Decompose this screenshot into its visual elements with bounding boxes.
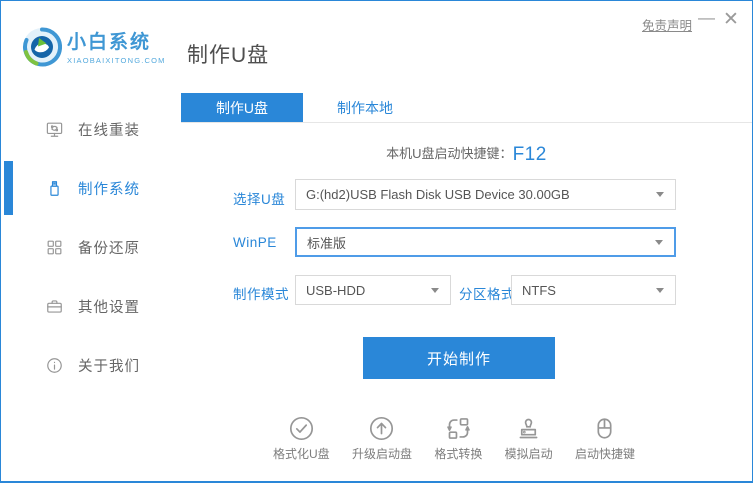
- usb-drive-icon: [45, 179, 64, 198]
- partition-select-value: NTFS: [522, 282, 556, 298]
- simulate-boot-icon: [515, 415, 542, 442]
- brand-domain: XIAOBAIXITONG.COM: [67, 56, 166, 65]
- tools-row: 格式化U盘 升级启动盘 格式转换 模拟启动 启动快捷键: [273, 415, 635, 462]
- format-convert-icon: [445, 415, 472, 442]
- sidebar-item-label: 制作系统: [78, 181, 140, 198]
- tool-label: 升级启动盘: [351, 447, 412, 461]
- tool-format-usb[interactable]: 格式化U盘: [273, 415, 330, 462]
- winpe-select-label: WinPE: [233, 235, 277, 250]
- chevron-down-icon: [656, 192, 664, 197]
- close-button[interactable]: ✕: [723, 10, 739, 29]
- winpe-select-value: 标准版: [307, 235, 347, 251]
- boot-hotkey-icon: [591, 415, 618, 442]
- tool-label: 格式化U盘: [273, 447, 330, 461]
- usb-select[interactable]: G:(hd2)USB Flash Disk USB Device 30.00GB: [295, 179, 676, 210]
- boot-hotkey-value: F12: [512, 144, 547, 165]
- sidebar-item-label: 其他设置: [78, 299, 140, 316]
- sidebar-item-make-system[interactable]: 制作系统: [1, 174, 181, 202]
- partition-select[interactable]: NTFS: [511, 275, 676, 305]
- tab-make-local[interactable]: 制作本地: [303, 93, 427, 123]
- boot-hotkey-line: 本机U盘启动快捷键：F12: [181, 143, 752, 166]
- disclaimer-link[interactable]: 免责声明: [642, 15, 692, 34]
- mode-select[interactable]: USB-HDD: [295, 275, 451, 305]
- upgrade-boot-icon: [368, 415, 395, 442]
- chevron-down-icon: [656, 287, 664, 293]
- sidebar-item-about-us[interactable]: 关于我们: [1, 351, 181, 379]
- monitor-reinstall-icon: [45, 120, 64, 139]
- brand-name: 小白系统: [67, 32, 152, 53]
- tool-upgrade-boot[interactable]: 升级启动盘: [352, 415, 412, 462]
- info-icon: [45, 356, 64, 375]
- toolbox-icon: [45, 297, 64, 316]
- sidebar-item-label: 备份还原: [78, 240, 140, 257]
- sidebar-item-label: 关于我们: [78, 358, 140, 375]
- usb-select-label: 选择U盘: [233, 192, 286, 207]
- tool-simulate-boot[interactable]: 模拟启动: [505, 415, 553, 462]
- sidebar-item-label: 在线重装: [78, 122, 140, 139]
- sidebar-item-online-reinstall[interactable]: 在线重装: [1, 115, 181, 143]
- tool-format-convert[interactable]: 格式转换: [434, 415, 482, 462]
- start-make-button[interactable]: 开始制作: [363, 337, 555, 379]
- sidebar-item-other-settings[interactable]: 其他设置: [1, 292, 181, 320]
- minimize-button[interactable]: —: [698, 9, 715, 27]
- page-title: 制作U盘: [187, 44, 270, 67]
- mode-select-label: 制作模式: [233, 287, 289, 302]
- chevron-down-icon: [655, 239, 663, 245]
- tab-underline: [181, 122, 752, 123]
- tab-make-usb[interactable]: 制作U盘: [181, 93, 303, 123]
- tool-boot-hotkey[interactable]: 启动快捷键: [575, 415, 635, 462]
- brand-text: 小白系统 XIAOBAIXITONG.COM: [67, 32, 166, 65]
- mode-select-value: USB-HDD: [306, 282, 366, 298]
- brand-logo-icon: [22, 27, 63, 67]
- partition-select-label: 分区格式: [459, 287, 515, 302]
- app-window: 小白系统 XIAOBAIXITONG.COM 制作U盘 免责声明 — ✕ 在线重…: [0, 0, 753, 483]
- sidebar-item-backup-restore[interactable]: 备份还原: [1, 233, 181, 261]
- chevron-down-icon: [431, 287, 439, 293]
- tool-label: 格式转换: [434, 447, 483, 461]
- backup-restore-icon: [45, 238, 64, 257]
- format-usb-icon: [288, 415, 315, 442]
- boot-hotkey-prefix: 本机U盘启动快捷键：: [386, 146, 513, 161]
- tool-label: 启动快捷键: [574, 447, 635, 461]
- tool-label: 模拟启动: [504, 447, 553, 461]
- winpe-select[interactable]: 标准版: [295, 227, 676, 257]
- usb-select-value: G:(hd2)USB Flash Disk USB Device 30.00GB: [306, 187, 570, 202]
